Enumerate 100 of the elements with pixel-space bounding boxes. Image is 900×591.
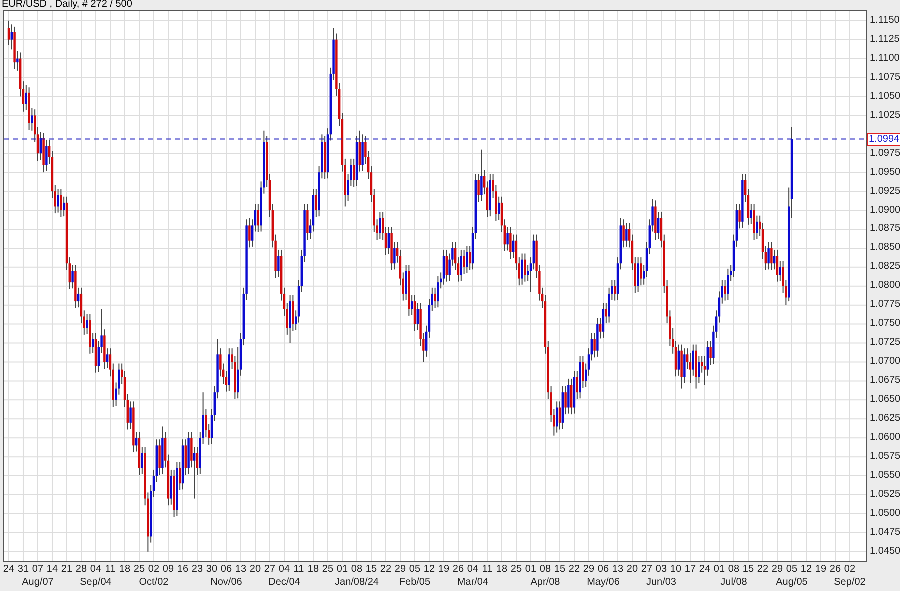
axis-label: 08 xyxy=(540,564,552,576)
axis-label: 11 xyxy=(294,564,304,576)
axis-label: 25 xyxy=(134,564,146,576)
axis-label: 1.0475 xyxy=(870,526,900,539)
axis-label: 15 xyxy=(366,564,378,576)
axis-label: 1.1100 xyxy=(870,52,900,65)
axis-label: 10 xyxy=(670,564,682,576)
axis-label: 15 xyxy=(742,564,754,576)
axis-label: 08 xyxy=(728,564,740,576)
axis-label: 29 xyxy=(772,564,784,576)
axis-label: 1.0900 xyxy=(870,204,900,217)
axis-label: 1.0975 xyxy=(870,148,900,160)
axis-label: 1.0725 xyxy=(870,337,900,350)
axis-label: 1.0450 xyxy=(870,546,900,558)
axis-label: 30 xyxy=(206,564,218,576)
axis-label: 24 xyxy=(699,564,711,576)
axis-label: Jul/08 xyxy=(720,577,748,589)
axis-label: 1.0825 xyxy=(870,261,900,274)
axis-label: 09 xyxy=(162,564,174,576)
axis-label: 25 xyxy=(510,564,522,576)
axis-label: 13 xyxy=(235,564,247,576)
axis-label: 1.0850 xyxy=(870,242,900,254)
axis-label: 04 xyxy=(467,564,479,576)
axis-label: 23 xyxy=(192,564,204,576)
axis-label: 21 xyxy=(61,564,73,576)
axis-label: 1.1125 xyxy=(870,34,900,46)
axis-label: 19 xyxy=(815,564,827,576)
axis-label: 1.1025 xyxy=(870,110,900,122)
axis-label: 16 xyxy=(177,564,189,576)
axis-label: 29 xyxy=(394,564,406,576)
axis-label: 11 xyxy=(105,564,116,576)
axis-label: 18 xyxy=(308,564,320,576)
axis-label: May/06 xyxy=(587,577,620,589)
axis-label: 1.0675 xyxy=(870,375,900,388)
axis-label: Jun/03 xyxy=(646,577,676,589)
axis-label: 22 xyxy=(757,564,769,576)
axis-label: 1.0925 xyxy=(870,186,900,198)
axis-label: 04 xyxy=(278,564,290,576)
axis-label: 08 xyxy=(351,564,363,576)
axis-label: 1.0700 xyxy=(870,356,900,368)
axis-label: 05 xyxy=(409,564,421,576)
axis-label: 05 xyxy=(786,564,798,576)
axis-label: 01 xyxy=(525,564,537,576)
axis-label: Apr/08 xyxy=(530,577,560,589)
axis-label: 1.0775 xyxy=(870,299,900,312)
axis-label: 12 xyxy=(800,564,812,576)
axis-label: 31 xyxy=(18,564,30,576)
axis-label: 13 xyxy=(612,564,624,576)
axis-label: 06 xyxy=(598,564,610,576)
axis-label: Mar/04 xyxy=(457,577,489,589)
axis-label: 12 xyxy=(424,564,436,576)
chart-title: EUR/USD , Daily, # 272 / 500 xyxy=(2,0,132,10)
axis-label: 20 xyxy=(626,564,638,576)
axis-label: 26 xyxy=(452,564,464,576)
axis-label: 01 xyxy=(714,564,726,576)
axis-label: 25 xyxy=(322,564,334,576)
axis-label: 06 xyxy=(220,564,232,576)
axis-label: Oct/02 xyxy=(139,577,169,589)
axis-label: Aug/07 xyxy=(22,577,54,589)
axis-label: 07 xyxy=(32,564,44,576)
axis-label: Dec/04 xyxy=(268,577,300,589)
axis-label: 22 xyxy=(568,564,580,576)
axis-label: 02 xyxy=(844,564,856,576)
axis-label: 27 xyxy=(641,564,653,576)
axis-label: Sep/02 xyxy=(834,577,866,589)
axis-label: 26 xyxy=(830,564,842,576)
axis-label: Sep/04 xyxy=(80,577,112,589)
axis-label: 1.0500 xyxy=(870,508,900,520)
axis-label: 15 xyxy=(554,564,566,576)
axis-label: 29 xyxy=(583,564,595,576)
axis-label: 1.1050 xyxy=(870,90,900,103)
axis-label: 22 xyxy=(380,564,392,576)
axis-label: 1.0600 xyxy=(870,432,900,444)
axis-label: 1.0875 xyxy=(870,223,900,236)
axis-label: Feb/05 xyxy=(399,577,431,589)
axis-label: 03 xyxy=(656,564,668,576)
price-tag: 1.0994 xyxy=(867,133,900,146)
axis-label: 1.0650 xyxy=(870,394,900,406)
axis-label: 1.0800 xyxy=(870,280,900,292)
axis-label: 14 xyxy=(46,564,58,576)
axis-label: 1.0950 xyxy=(870,166,900,179)
axis-label: 24 xyxy=(3,564,15,576)
axis-label: 1.1150 xyxy=(870,14,900,27)
axis-label: 1.0525 xyxy=(870,489,900,501)
axis-label: 28 xyxy=(76,564,88,576)
axis-label: 27 xyxy=(264,564,276,576)
axis-label: Nov/06 xyxy=(210,577,242,589)
axis-label: 04 xyxy=(90,564,102,576)
axis-label: 18 xyxy=(496,564,508,576)
axis-label: 02 xyxy=(148,564,160,576)
axis-label: Aug/05 xyxy=(776,577,808,589)
axis-label: Jan/08/24 xyxy=(335,577,379,589)
axis-label: 1.0625 xyxy=(870,413,900,426)
axis-label: 1.0575 xyxy=(870,451,900,464)
axis-label: 19 xyxy=(438,564,450,576)
axis-label: 1.1075 xyxy=(870,72,900,84)
axis-label: 1.0750 xyxy=(870,318,900,330)
axis-label: 20 xyxy=(250,564,262,576)
axis-label: 11 xyxy=(482,564,493,576)
axis-label: 17 xyxy=(684,564,696,576)
